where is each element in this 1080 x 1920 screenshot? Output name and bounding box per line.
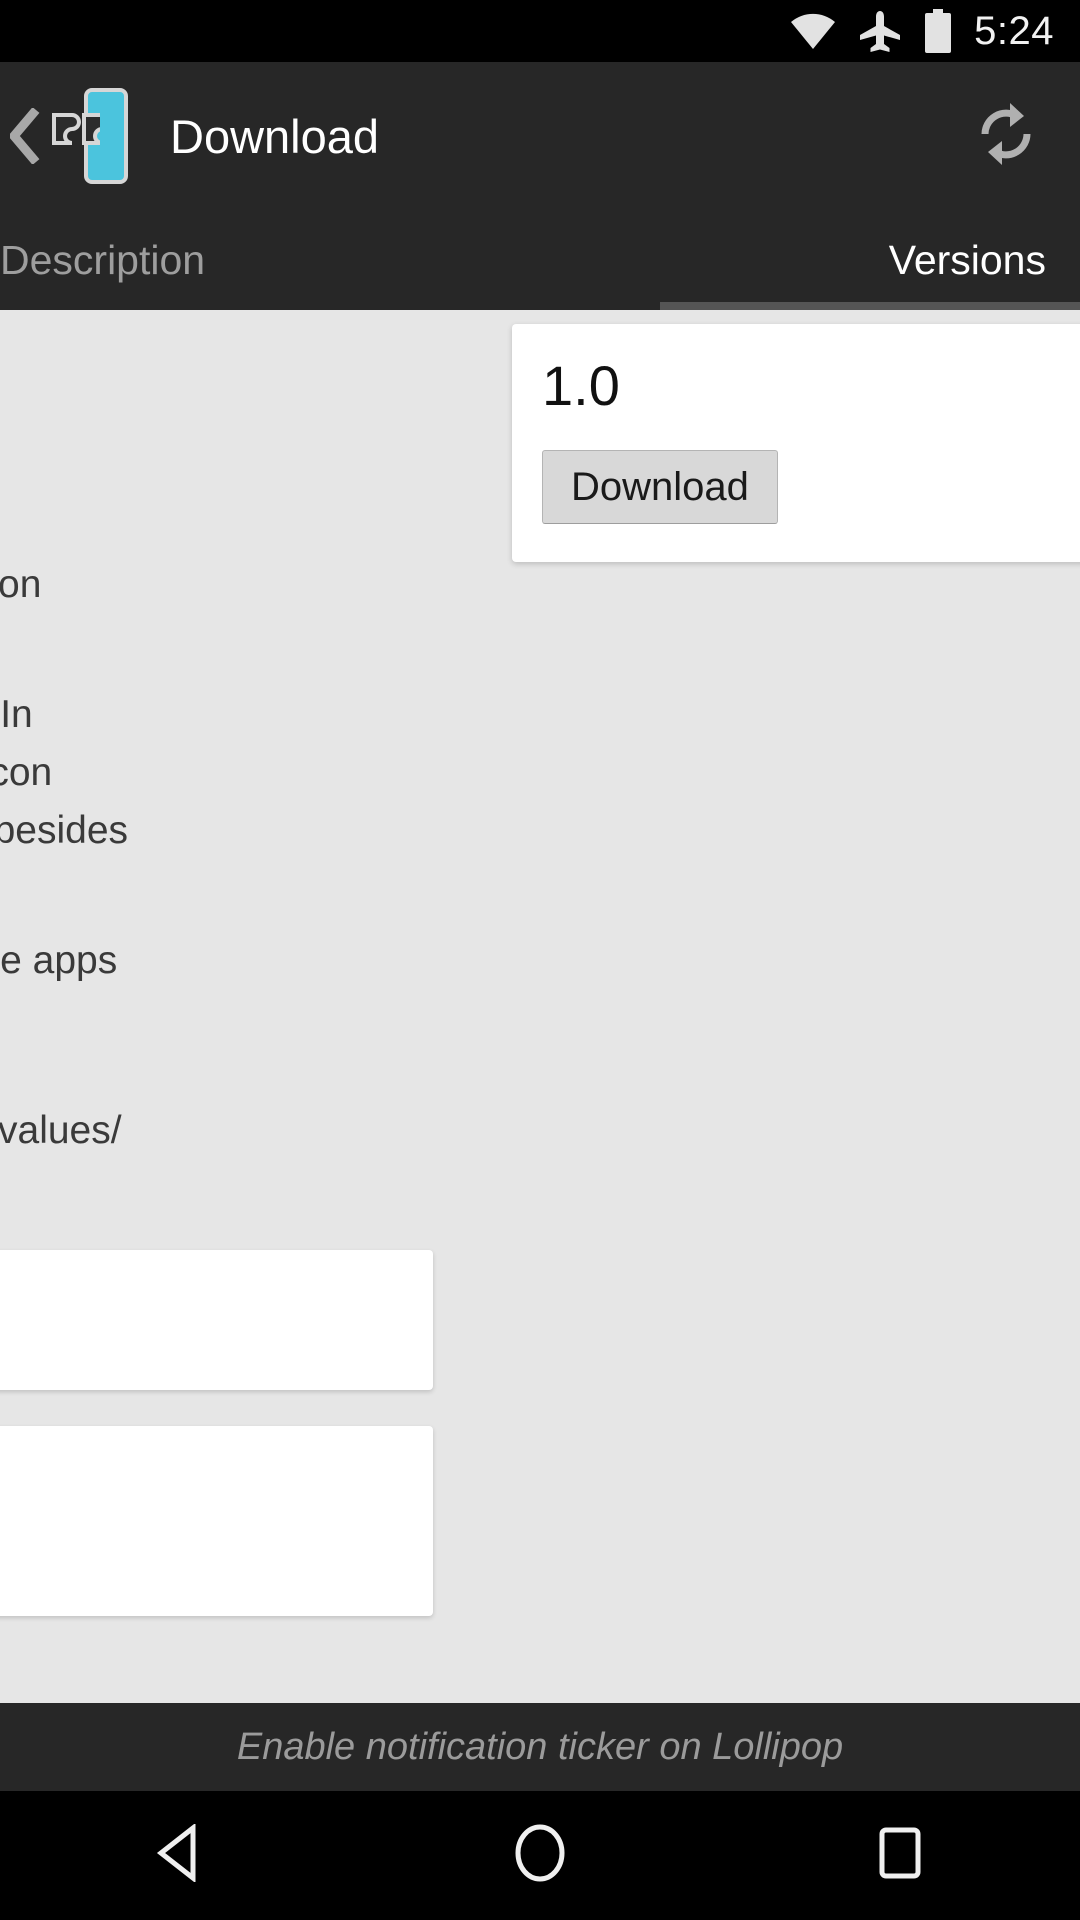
description-card[interactable] [0, 1249, 433, 1390]
status-bar: 5:24 [0, 0, 1080, 62]
wifi-icon [790, 12, 836, 50]
description-title: ticker on [0, 332, 433, 396]
airplane-mode-icon [858, 9, 902, 53]
refresh-button[interactable] [966, 96, 1046, 176]
module-info-bar: Enable notification ticker on Lollipop [0, 1703, 1080, 1791]
battery-full-icon [924, 9, 952, 53]
description-card[interactable]: ule/ [0, 1425, 433, 1616]
app-bar-title: Download [170, 109, 380, 163]
android-screen: 5:24 Download Description Versions on In… [0, 0, 1080, 1920]
up-navigation-button[interactable] [0, 87, 130, 185]
description-paragraph: ving the APK, res/values/ [0, 1108, 122, 1152]
download-button[interactable]: Download [542, 450, 778, 524]
home-nav-button[interactable] [450, 1791, 630, 1920]
versions-page[interactable]: 1.0 Download [512, 310, 1080, 1717]
description-card-spacer [0, 1452, 403, 1530]
circle-home-icon [512, 1823, 568, 1888]
recents-nav-button[interactable] [810, 1791, 990, 1920]
back-chevron-icon [8, 106, 42, 166]
app-bar: Download [0, 62, 1080, 257]
refresh-icon [971, 99, 1041, 174]
description-page[interactable]: ticker on ollipop yet. en Xposed works o… [0, 310, 463, 1717]
tab-description[interactable]: Description [0, 210, 660, 310]
description-paragraph: ifications, but some apps [0, 938, 118, 982]
description-paragraph: hat was disabled. In [0, 693, 33, 737]
tab-bar: Description Versions [0, 210, 1080, 310]
tab-versions-label: Versions [888, 236, 1046, 283]
description-paragraph: ddenly as a new icon [0, 751, 53, 795]
view-pager[interactable]: ticker on ollipop yet. en Xposed works o… [0, 310, 1080, 1717]
description-paragraph: en Xposed works on [0, 563, 42, 607]
description-paragraph: tion arrived (well, besides [0, 809, 129, 853]
xposed-installer-icon [44, 87, 130, 185]
triangle-back-icon [153, 1822, 207, 1887]
status-bar-clock: 5:24 [974, 9, 1054, 53]
back-nav-button[interactable] [90, 1791, 270, 1920]
description-paragraph: ollipop yet. [0, 476, 433, 526]
square-recents-icon [874, 1825, 926, 1886]
tab-description-label: Description [0, 236, 206, 283]
module-name-label: Enable notification ticker on Lollipop [236, 1726, 844, 1768]
version-card: 1.0 Download [512, 324, 1080, 562]
description-paragraph: e. [0, 1164, 433, 1214]
android-navigation-bar [0, 1791, 1080, 1920]
tab-active-indicator [660, 302, 1080, 310]
tab-versions[interactable]: Versions [660, 210, 1080, 310]
version-name: 1.0 [542, 354, 620, 417]
